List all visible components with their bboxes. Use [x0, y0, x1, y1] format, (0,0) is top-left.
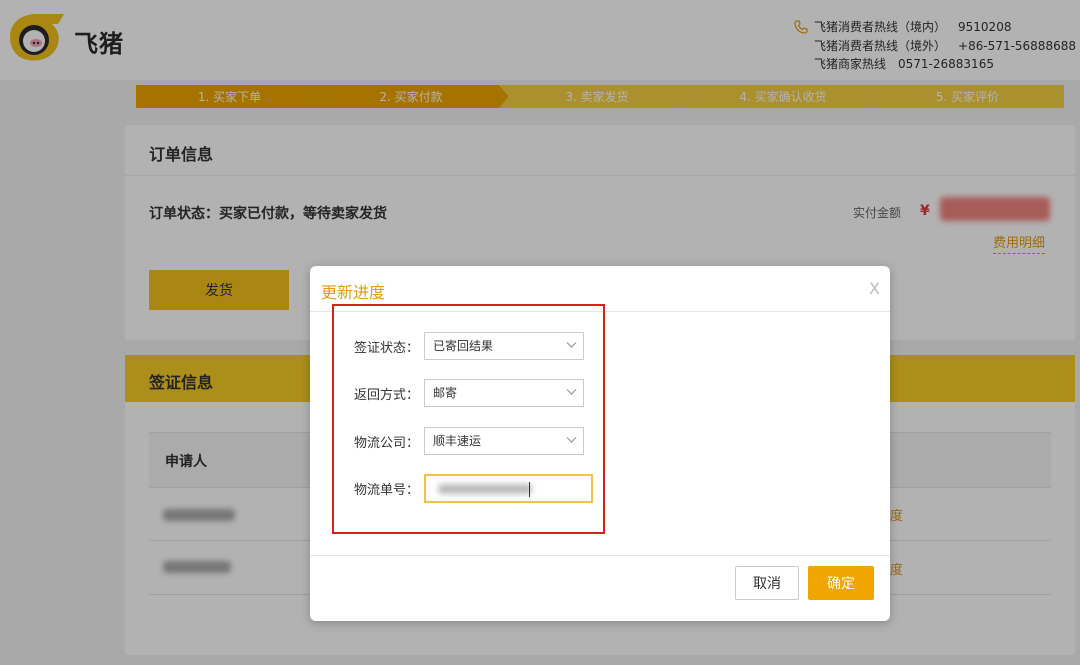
return-method-label: 返回方式：: [354, 388, 420, 403]
visa-status-select[interactable]: 已寄回结果: [424, 332, 584, 360]
return-method-select[interactable]: 邮寄: [424, 379, 584, 407]
visa-status-label: 签证状态：: [354, 341, 420, 356]
confirm-button[interactable]: 确定: [808, 566, 874, 600]
logistics-company-select[interactable]: 顺丰速运: [424, 427, 584, 455]
text-caret: [529, 482, 530, 497]
tracking-number-label: 物流单号：: [354, 483, 420, 498]
tracking-number-redacted: [438, 484, 532, 494]
close-icon[interactable]: X: [869, 279, 880, 298]
divider: [310, 555, 890, 556]
update-progress-dialog: 更新进度 X 签证状态： 已寄回结果 返回方式： 邮寄 物流公司： 顺丰速运 物…: [310, 266, 890, 621]
chevron-down-icon: [566, 437, 577, 443]
dialog-title: 更新进度: [321, 283, 386, 302]
tracking-number-input[interactable]: [424, 474, 593, 503]
cancel-button[interactable]: 取消: [735, 566, 799, 600]
chevron-down-icon: [566, 389, 577, 395]
logistics-company-label: 物流公司：: [354, 436, 420, 451]
chevron-down-icon: [566, 342, 577, 348]
